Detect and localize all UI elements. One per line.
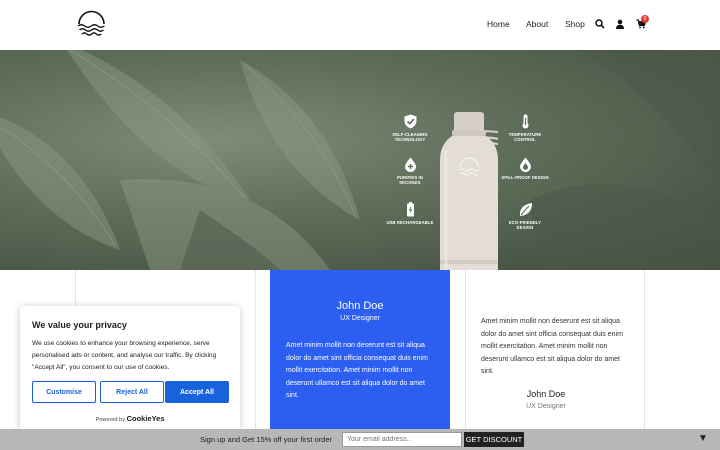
powered-by-label: Powered by: [95, 417, 126, 423]
feature-label: PURIFIES IN SECONDS: [397, 175, 423, 185]
feature-label: SPILL-PROOF DESIGN: [501, 175, 549, 180]
hero-banner: SELF-CLEANING TECHNOLOGY PURIFIES IN SEC…: [0, 50, 720, 270]
testimonial-role: UX Designer: [340, 315, 380, 322]
reject-all-button[interactable]: Reject All: [100, 381, 164, 403]
feature-self-cleaning: SELF-CLEANING TECHNOLOGY: [386, 114, 434, 142]
nav-home[interactable]: Home: [487, 19, 510, 29]
feature-eco-friendly: ECO-FRIENDLY DESIGN: [501, 202, 549, 230]
page: Home About Shop 0 SELF-CLEANING TECHNOLO…: [0, 0, 720, 450]
thermometer-icon: [522, 114, 528, 129]
feature-label: TEMPERATURE CONTROL: [508, 132, 542, 142]
testimonial-name: John Doe: [526, 389, 566, 399]
promo-text: Sign up and Get 15% off your first order: [200, 435, 333, 444]
leaf-icon: [519, 203, 532, 216]
feature-label: SELF-CLEANING TECHNOLOGY: [392, 132, 428, 142]
search-icon[interactable]: [595, 19, 605, 29]
discount-bar: Sign up and Get 15% off your first order…: [0, 429, 720, 450]
email-input[interactable]: [342, 432, 462, 447]
testimonial-name: John Doe: [336, 300, 384, 312]
cookie-consent-banner: We value your privacy We use cookies to …: [20, 306, 240, 430]
collapse-bar-icon[interactable]: ▼: [698, 433, 708, 444]
feature-label: ECO-FRIENDLY DESIGN: [508, 220, 542, 230]
leaves-background: [0, 50, 720, 270]
feature-temperature: TEMPERATURE CONTROL: [501, 114, 549, 142]
testimonial-role: UX Designer: [526, 403, 566, 410]
card-divider: [255, 270, 256, 430]
logo-waves-icon[interactable]: [76, 9, 107, 40]
feature-purifies: PURIFIES IN SECONDS: [386, 157, 434, 185]
testimonial-quote: Amet minim mollit non deserunt est sit a…: [286, 342, 428, 399]
cart-count-badge: 0: [641, 15, 649, 23]
powered-by: Powered by CookieYes: [20, 414, 240, 423]
feature-spill-proof: SPILL-PROOF DESIGN: [501, 157, 549, 180]
drop-shield-icon: [519, 157, 531, 172]
feature-label: USB RECHARGEABLE: [386, 220, 434, 225]
cookie-text: We use cookies to enhance your browsing …: [32, 340, 217, 371]
shield-check-icon: [404, 114, 416, 129]
nav-about[interactable]: About: [526, 19, 548, 29]
battery-icon: [406, 202, 414, 217]
site-header: Home About Shop 0: [0, 0, 720, 50]
accept-all-button[interactable]: Accept All: [165, 381, 229, 403]
cookie-title: We value your privacy: [32, 320, 127, 330]
nav-shop[interactable]: Shop: [565, 19, 585, 29]
user-icon[interactable]: [615, 19, 625, 29]
testimonial-card-featured: John Doe UX Designer Amet minim mollit n…: [270, 270, 450, 430]
feature-usb: USB RECHARGEABLE: [386, 202, 434, 225]
drop-plus-icon: [404, 157, 416, 172]
testimonial-quote: Amet minim mollit non deserunt est sit a…: [481, 318, 623, 375]
water-bottle-image: [440, 112, 498, 270]
cookieyes-logo[interactable]: CookieYes: [127, 414, 165, 423]
get-discount-button[interactable]: GET DISCOUNT: [464, 432, 524, 447]
customise-button[interactable]: Customise: [32, 381, 96, 403]
card-divider: [644, 270, 645, 430]
